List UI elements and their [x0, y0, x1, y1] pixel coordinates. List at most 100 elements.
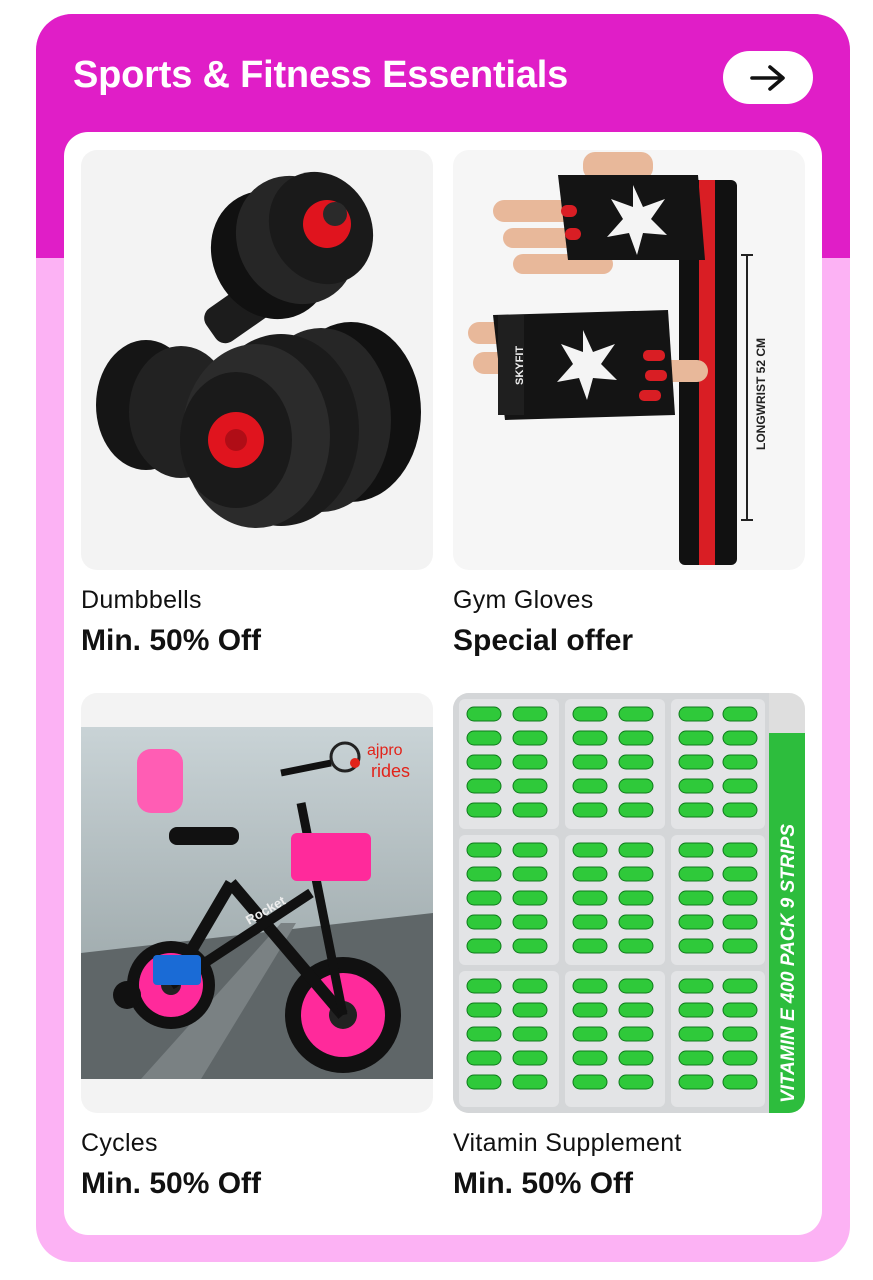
capsule [722, 802, 758, 818]
capsule [722, 1002, 758, 1018]
capsule [466, 706, 502, 722]
capsule [618, 706, 654, 722]
capsule [678, 754, 714, 770]
capsule [466, 978, 502, 994]
capsule [466, 914, 502, 930]
product-offer: Min. 50% Off [81, 1167, 262, 1200]
capsule [618, 1026, 654, 1042]
capsule [512, 1074, 548, 1090]
capsule [512, 802, 548, 818]
product-offer: Min. 50% Off [453, 1167, 634, 1200]
capsule [722, 754, 758, 770]
capsule [512, 778, 548, 794]
capsule [678, 802, 714, 818]
dumbbells-image [81, 150, 433, 570]
capsule [466, 866, 502, 882]
brand-logo-bottom: rides [371, 761, 410, 781]
capsule [618, 890, 654, 906]
capsule [618, 938, 654, 954]
vitamin-capsules-image: VITAMIN E 400 PACK 9 STRIPS [453, 693, 805, 1113]
capsule [722, 866, 758, 882]
product-name: Vitamin Supplement [453, 1129, 682, 1157]
product-offer: Special offer [453, 624, 634, 657]
capsule [466, 1026, 502, 1042]
capsule [512, 938, 548, 954]
capsule [466, 730, 502, 746]
capsule [572, 706, 608, 722]
capsule [678, 842, 714, 858]
capsule [618, 802, 654, 818]
capsule [678, 730, 714, 746]
capsule [722, 706, 758, 722]
capsule [466, 842, 502, 858]
capsule [572, 938, 608, 954]
product-tile-cycles[interactable]: ajpro rides Rocket Cycles Min. 50% Off [81, 693, 433, 1201]
capsule [572, 842, 608, 858]
strap-length-label: LONGWRIST 52 CM [754, 338, 768, 450]
capsule [466, 1074, 502, 1090]
capsule [572, 866, 608, 882]
capsule [618, 1074, 654, 1090]
capsule [512, 890, 548, 906]
capsule [512, 1026, 548, 1042]
capsule [466, 802, 502, 818]
product-name: Cycles [81, 1129, 158, 1157]
capsule [618, 978, 654, 994]
capsule [722, 1074, 758, 1090]
brand-logo-top: ajpro [367, 742, 403, 759]
capsule [572, 890, 608, 906]
product-name: Gym Gloves [453, 586, 594, 614]
product-tile-vitamin-supplement[interactable]: VITAMIN E 400 PACK 9 STRIPS Vitamin Supp… [453, 693, 805, 1201]
capsule [572, 802, 608, 818]
capsule [466, 754, 502, 770]
capsule [512, 978, 548, 994]
sports-fitness-card: Sports & Fitness Essentials Dumbbells Mi… [36, 14, 850, 1262]
capsule [678, 778, 714, 794]
capsule [466, 1002, 502, 1018]
capsule [722, 842, 758, 858]
section-title: Sports & Fitness Essentials [73, 54, 569, 96]
capsule [572, 730, 608, 746]
capsule [512, 1050, 548, 1066]
capsule [678, 1050, 714, 1066]
capsule [618, 778, 654, 794]
capsule [572, 778, 608, 794]
capsule [678, 1074, 714, 1090]
capsule [678, 706, 714, 722]
capsule [678, 890, 714, 906]
view-all-button[interactable] [723, 51, 813, 104]
capsule [618, 730, 654, 746]
capsule [722, 1050, 758, 1066]
capsule [618, 754, 654, 770]
product-tile-dumbbells[interactable]: Dumbbells Min. 50% Off [81, 150, 433, 658]
cycle-image: ajpro rides Rocket [81, 693, 433, 1113]
product-tile-gym-gloves[interactable]: LONGWRIST 52 CM SKYFIT Gym Gloves Specia… [453, 150, 805, 658]
gym-gloves-image: LONGWRIST 52 CM SKYFIT [453, 150, 805, 570]
capsule [678, 978, 714, 994]
capsule [572, 914, 608, 930]
brand-label: SKYFIT [514, 346, 526, 385]
product-offer: Min. 50% Off [81, 624, 262, 657]
capsule [466, 778, 502, 794]
capsule [572, 1050, 608, 1066]
capsule [466, 1050, 502, 1066]
capsule [618, 866, 654, 882]
capsule [618, 1002, 654, 1018]
capsule [722, 730, 758, 746]
capsule [572, 1026, 608, 1042]
capsule [466, 890, 502, 906]
arrow-right-icon [750, 64, 785, 91]
capsule [618, 842, 654, 858]
capsule [678, 914, 714, 930]
capsule [618, 914, 654, 930]
capsule [722, 890, 758, 906]
capsule [512, 754, 548, 770]
capsule [722, 914, 758, 930]
product-name: Dumbbells [81, 586, 202, 614]
capsule [572, 1074, 608, 1090]
vitamin-banner-label: VITAMIN E 400 PACK 9 STRIPS [778, 824, 799, 1103]
capsule [618, 1050, 654, 1066]
capsule [512, 730, 548, 746]
capsule [512, 1002, 548, 1018]
capsule [722, 778, 758, 794]
